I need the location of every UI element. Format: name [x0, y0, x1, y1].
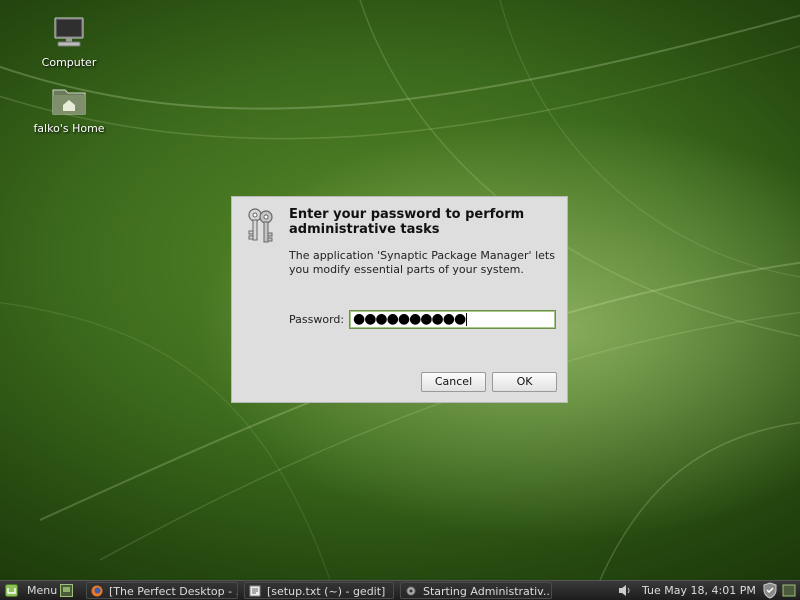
task-label: [The Perfect Desktop - ...: [109, 585, 238, 598]
desktop-icon-label: falko's Home: [33, 122, 105, 135]
menu-label: Menu: [27, 584, 58, 597]
task-gedit[interactable]: [setup.txt (~) - gedit]: [244, 582, 394, 599]
dialog-title: Enter your password to perform administr…: [289, 207, 525, 237]
firefox-icon: [91, 585, 103, 597]
network-icon[interactable]: [782, 584, 796, 597]
task-label: [setup.txt (~) - gedit]: [267, 585, 386, 598]
ok-button[interactable]: OK: [492, 372, 557, 392]
desktop-icon-label: Computer: [41, 56, 97, 69]
taskbar: Menu [The Perfect Desktop - ... [setup.t…: [0, 580, 800, 600]
text-editor-icon: [249, 585, 261, 597]
mint-logo-icon: [5, 584, 18, 597]
password-dots: ●●●●●●●●●●: [353, 311, 466, 327]
dialog-description: The application 'Synaptic Package Manage…: [289, 249, 555, 276]
home-folder-icon: [52, 89, 86, 115]
desktop-icon-home[interactable]: falko's Home: [24, 80, 114, 136]
gear-icon: [406, 586, 416, 596]
task-admin[interactable]: Starting Administrativ...: [400, 582, 552, 599]
admin-password-dialog: Enter your password to perform administr…: [231, 196, 568, 403]
text-cursor: [466, 312, 468, 326]
show-desktop-button[interactable]: [59, 582, 75, 599]
computer-icon: [54, 17, 84, 47]
task-firefox[interactable]: [The Perfect Desktop - ...: [86, 582, 238, 599]
task-label: Starting Administrativ...: [423, 585, 552, 598]
keys-icon: [248, 208, 273, 243]
desktop-icon-computer[interactable]: Computer: [24, 14, 114, 70]
menu-button[interactable]: Menu: [2, 582, 58, 599]
show-desktop-icon: [60, 584, 73, 597]
clock[interactable]: Tue May 18, 4:01 PM: [642, 582, 758, 599]
password-label: Password:: [289, 313, 345, 326]
shield-update-icon[interactable]: [762, 582, 778, 599]
password-field[interactable]: ●●●●●●●●●●: [349, 310, 556, 329]
cancel-button[interactable]: Cancel: [421, 372, 486, 392]
volume-icon[interactable]: [618, 584, 632, 597]
